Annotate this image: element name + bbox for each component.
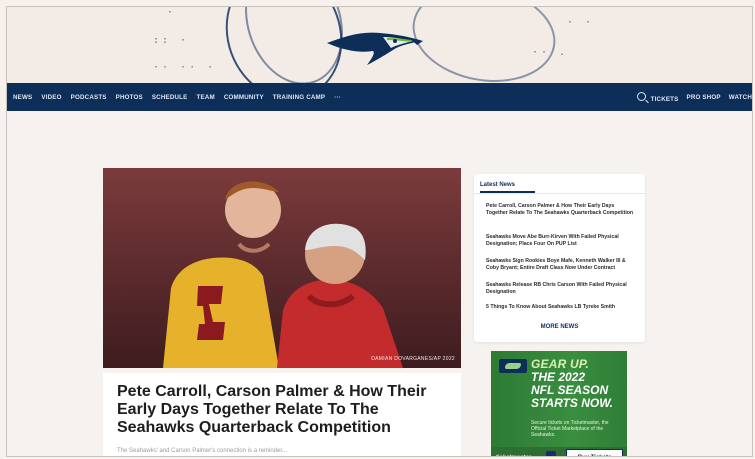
seahawks-mini-logo — [499, 359, 527, 373]
nav-item-photos[interactable]: PHOTOS — [116, 94, 143, 101]
featured-headline[interactable]: Pete Carroll, Carson Palmer & How Their … — [117, 383, 447, 437]
nav-item-more[interactable]: ··· — [334, 94, 341, 101]
nav-item-video[interactable]: VIDEO — [41, 94, 61, 101]
top-banner: · :: · ·· ·· · ·· . · · — [7, 7, 752, 83]
latest-news-item[interactable]: 5 Things To Know About Seahawks LB Tyrek… — [486, 304, 636, 311]
nav-item-news[interactable]: NEWS — [13, 94, 32, 101]
featured-blurb: The Seahawks' and Carson Palmer's connec… — [117, 448, 288, 454]
ad-line-4: STARTS NOW. — [531, 396, 613, 410]
latest-news-item[interactable]: Seahawks Release RB Chris Carson With Fa… — [486, 282, 636, 295]
ad-small-text: Secure tickets on Ticketmaster, the Offi… — [531, 420, 609, 438]
decorative-dots: · · — [567, 17, 595, 28]
photo-credit: DAMIAN DOVARGANES/AP 2022 — [371, 356, 455, 362]
nav-item-training-camp[interactable]: TRAINING CAMP — [273, 94, 325, 101]
nav-left: NEWS VIDEO PODCASTS PHOTOS SCHEDULE TEAM… — [7, 94, 341, 101]
pro-shop-link[interactable]: PRO SHOP — [687, 94, 721, 101]
main-navigation: NEWS VIDEO PODCASTS PHOTOS SCHEDULE TEAM… — [7, 83, 752, 111]
latest-news-item[interactable]: Pete Carroll, Carson Palmer & How Their … — [486, 203, 636, 216]
nav-item-team[interactable]: TEAM — [196, 94, 214, 101]
search-icon[interactable] — [636, 91, 646, 101]
watch-link[interactable]: WATCH — [729, 94, 752, 101]
latest-news-divider — [474, 193, 645, 194]
decorative-dots: :: · — [153, 35, 190, 46]
nav-item-community[interactable]: COMMUNITY — [224, 94, 264, 101]
tickets-link[interactable]: TICKETS — [636, 91, 679, 103]
nav-item-podcasts[interactable]: PODCASTS — [71, 94, 107, 101]
hero-image[interactable]: DAMIAN DOVARGANES/AP 2022 — [103, 168, 461, 368]
browser-frame: · :: · ·· ·· · ·· . · · NEWS VIDEO PODCA… — [6, 6, 753, 457]
nav-item-schedule[interactable]: SCHEDULE — [152, 94, 188, 101]
nfl-shield-icon — [546, 451, 556, 456]
nav-right: TICKETS PRO SHOP WATCH — [636, 83, 752, 111]
buy-tickets-button[interactable]: Buy Tickets — [566, 449, 623, 456]
latest-news-panel: Latest News Pete Carroll, Carson Palmer … — [474, 174, 645, 342]
ad-headline: THE 2022 NFL SEASON STARTS NOW. — [531, 371, 613, 410]
latest-news-item[interactable]: Seahawks Sign Rookies Boye Mafe, Kenneth… — [486, 258, 636, 271]
latest-news-tab[interactable]: Latest News — [480, 182, 515, 188]
hero-illustration — [103, 168, 461, 368]
page-content: DAMIAN DOVARGANES/AP 2022 Pete Carroll, … — [7, 111, 752, 456]
decorative-dots: · — [167, 7, 177, 18]
seahawks-logo[interactable] — [325, 17, 425, 71]
ad-line-1: GEAR UP. — [531, 357, 590, 371]
ticketmaster-brand: ticketmaster — [496, 455, 531, 456]
ticketmaster-ad[interactable]: GEAR UP. THE 2022 NFL SEASON STARTS NOW.… — [491, 351, 627, 456]
featured-story-card[interactable]: Pete Carroll, Carson Palmer & How Their … — [103, 373, 461, 456]
tickets-label: TICKETS — [650, 95, 679, 103]
decorative-dots: ·· ·· · — [153, 62, 217, 73]
more-news-link[interactable]: MORE NEWS — [474, 324, 645, 330]
latest-news-item[interactable]: Seahawks Move Abe Burr-Kirven With Faile… — [486, 234, 636, 247]
decorative-ring — [404, 7, 564, 83]
